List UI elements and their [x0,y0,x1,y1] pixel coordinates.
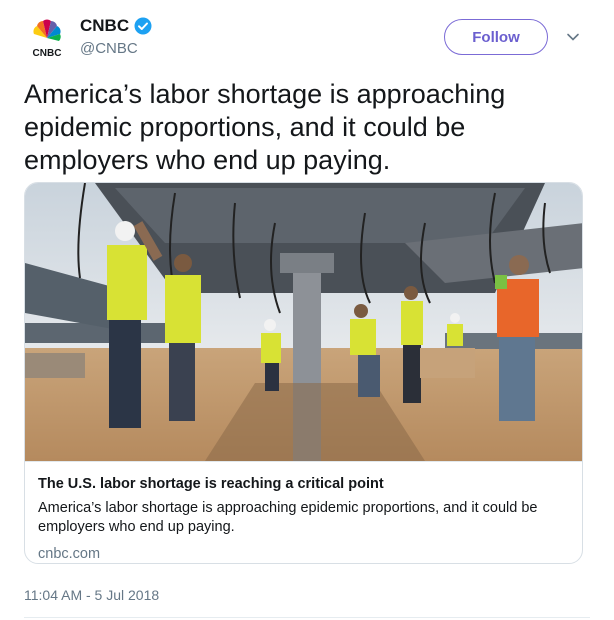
worker-6 [495,255,539,421]
tweet-timestamp[interactable]: 11:04 AM - 5 Jul 2018 [24,587,159,603]
name-row: CNBC [80,16,152,36]
follow-button[interactable]: Follow [444,19,548,55]
divider [24,617,590,618]
tweet-text: America’s labor shortage is approaching … [24,79,506,175]
verified-badge-icon [134,17,152,35]
card-body[interactable]: The U.S. labor shortage is reaching a cr… [25,461,582,563]
cnbc-peacock-logo-icon: CNBC [33,19,62,59]
solar-workers-photo [25,183,582,461]
card-domain: cnbc.com [38,546,101,562]
cnbc-avatar[interactable]: CNBC [24,16,70,62]
display-name[interactable]: CNBC [80,16,129,36]
tweet-header: CNBC CNBC @CNBC Follow [0,0,614,72]
chevron-down-icon[interactable] [566,30,580,44]
card-description: America’s labor shortage is approaching … [38,500,538,535]
link-card[interactable]: The U.S. labor shortage is reaching a cr… [24,182,583,564]
user-handle[interactable]: @CNBC [80,40,138,57]
worker-5 [401,286,423,403]
cnbc-logo-text: CNBC [33,48,62,59]
card-title: The U.S. labor shortage is reaching a cr… [38,476,384,492]
card-image[interactable] [25,183,582,461]
